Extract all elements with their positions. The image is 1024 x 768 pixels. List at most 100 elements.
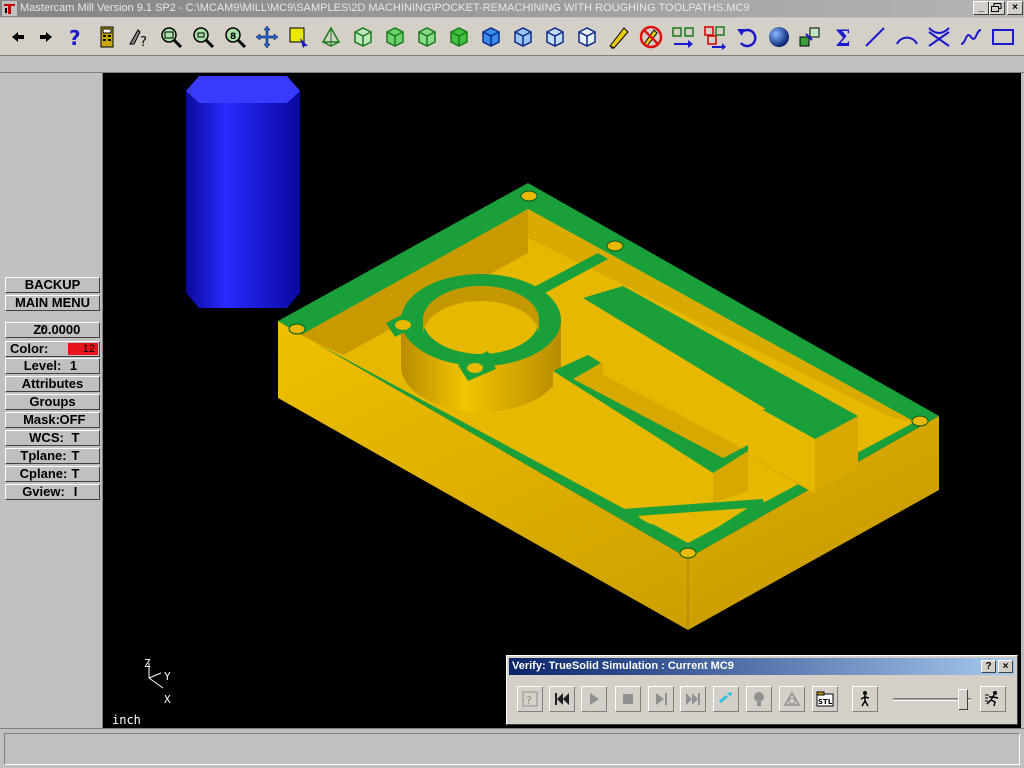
shade-icon	[769, 27, 789, 47]
status-bar	[0, 728, 1024, 768]
tplane-value: T	[71, 448, 80, 463]
toolbar-cplane-side-button[interactable]	[540, 21, 570, 53]
play-icon	[590, 693, 599, 705]
view-top-icon	[354, 27, 372, 47]
toolbar-analyze-button[interactable]: ?	[124, 21, 154, 53]
verify-step-button[interactable]	[648, 686, 674, 712]
z-depth-button[interactable]: Z: 0.0000	[5, 322, 100, 338]
restore-button[interactable]	[989, 1, 1005, 15]
mask-button[interactable]: Mask: OFF	[5, 412, 100, 428]
analyze-icon: ?	[129, 29, 147, 50]
toolbar-zoom8-button[interactable]: 8	[220, 21, 250, 53]
help-icon: ?	[69, 26, 81, 50]
verify-close-button[interactable]: ×	[998, 660, 1013, 673]
stop-icon	[623, 694, 633, 704]
svg-text:STL: STL	[818, 698, 833, 706]
toolbar-screen-clear-button[interactable]	[604, 21, 634, 53]
toolbar-spline-button[interactable]	[956, 21, 986, 53]
toolbar-arc-button[interactable]	[892, 21, 922, 53]
svg-text:Σ: Σ	[835, 26, 851, 50]
groups-button[interactable]: Groups	[5, 394, 100, 410]
zoom-8-icon: 8	[225, 27, 247, 49]
view-front-icon	[386, 27, 404, 47]
level-button[interactable]: Level: 1	[5, 358, 100, 374]
axis-triad	[148, 663, 164, 689]
toolbar-delete-button[interactable]	[636, 21, 666, 53]
rectangle-icon	[992, 29, 1014, 45]
graphics-viewport[interactable]: Z Y X inch	[103, 73, 1021, 728]
verify-help-button[interactable]: ?	[981, 660, 996, 673]
toolbar-rectangle-button[interactable]	[988, 21, 1018, 53]
verify-rewind-button[interactable]	[549, 686, 575, 712]
group-icon	[799, 27, 820, 47]
gview-select-icon	[289, 27, 308, 48]
verify-play-button[interactable]	[581, 686, 607, 712]
toolbar-undo-button[interactable]	[732, 21, 762, 53]
speed-slider-thumb[interactable]	[957, 689, 968, 710]
backup-button[interactable]: BACKUP	[5, 277, 100, 293]
cplane-top-icon	[482, 27, 500, 47]
svg-text:8: 8	[230, 32, 236, 42]
stl-export-icon: STL	[816, 691, 834, 707]
backup-label: BACKUP	[24, 277, 81, 292]
toolbar-view-side-button[interactable]	[412, 21, 442, 53]
speed-slow-icon	[860, 691, 870, 707]
toolbar-gview-dynamic-button[interactable]	[316, 21, 346, 53]
close-icon: ×	[1002, 661, 1009, 672]
line-icon	[865, 27, 885, 47]
toolbar-forward-button[interactable]	[31, 21, 61, 53]
close-button[interactable]: ×	[1007, 1, 1023, 15]
verify-cutter-display-button[interactable]	[713, 686, 739, 712]
unzoom-icon	[193, 27, 215, 49]
verify-settings-button[interactable]: ?	[517, 686, 543, 712]
verify-fast-forward-button[interactable]	[680, 686, 706, 712]
move-icon	[672, 27, 694, 48]
toolbar-trim-button[interactable]	[924, 21, 954, 53]
minimize-button[interactable]: _	[973, 1, 989, 15]
verify-speed-slow-button[interactable]	[852, 686, 878, 712]
cutter-display-icon	[719, 692, 732, 703]
toolbar-view-front-button[interactable]	[380, 21, 410, 53]
main-menu-button[interactable]: MAIN MENU	[5, 295, 100, 311]
verify-title-bar[interactable]: Verify: TrueSolid Simulation : Current M…	[509, 658, 1015, 675]
toolbar-unzoom-button[interactable]	[188, 21, 218, 53]
toolbar-zoom-button[interactable]	[156, 21, 186, 53]
toolbar-move-button[interactable]	[668, 21, 698, 53]
toolbar-calculator-button[interactable]	[92, 21, 122, 53]
prompt-bar	[0, 57, 1024, 73]
toolbar-view-iso-button[interactable]	[444, 21, 474, 53]
mastercam-window: Mastercam Mill Version 9.1 SP2 - C:\MCAM…	[0, 0, 1024, 768]
verify-stl-button[interactable]: STL	[812, 686, 838, 712]
toolbar-sum-button[interactable]: Σ	[828, 21, 858, 53]
toolbar-cplane-top-button[interactable]	[476, 21, 506, 53]
toolbar-cplane-front-button[interactable]	[508, 21, 538, 53]
toolbar-copy-button[interactable]	[700, 21, 730, 53]
axis-y-label: Y	[164, 670, 171, 683]
color-button[interactable]: Color: 12	[5, 341, 100, 357]
cplane-button[interactable]: Cplane: T	[5, 466, 100, 482]
toolbar-group-button[interactable]	[796, 21, 826, 53]
toolbar-view-top-button[interactable]	[348, 21, 378, 53]
wcs-button[interactable]: WCS: T	[5, 430, 100, 446]
no-delete-icon	[639, 25, 663, 49]
tplane-button[interactable]: Tplane: T	[5, 448, 100, 464]
toolbar-cplane-3d-button[interactable]	[572, 21, 602, 53]
verify-compare-button[interactable]	[779, 686, 805, 712]
attributes-button[interactable]: Attributes	[5, 376, 100, 392]
gview-button[interactable]: Gview: I	[5, 484, 100, 500]
toolbar-gview-select-button[interactable]	[284, 21, 314, 53]
units-label: inch	[112, 713, 141, 727]
arrow-right-icon	[40, 32, 52, 42]
toolbar-line-button[interactable]	[860, 21, 890, 53]
calculator-icon	[100, 26, 114, 48]
left-menu-panel: BACKUP MAIN MENU Z: 0.0000 Color: 12 Lev…	[0, 73, 103, 728]
toolbar-pan-button[interactable]	[252, 21, 282, 53]
toolbar-back-button[interactable]	[3, 21, 33, 53]
verify-light-button[interactable]	[746, 686, 772, 712]
cplane-3d-icon	[578, 27, 596, 47]
verify-speed-fast-button[interactable]	[980, 686, 1006, 712]
rewind-icon	[555, 693, 569, 705]
toolbar-shade-button[interactable]	[764, 21, 794, 53]
toolbar-help-button[interactable]: ?	[61, 21, 91, 53]
verify-stop-button[interactable]	[615, 686, 641, 712]
